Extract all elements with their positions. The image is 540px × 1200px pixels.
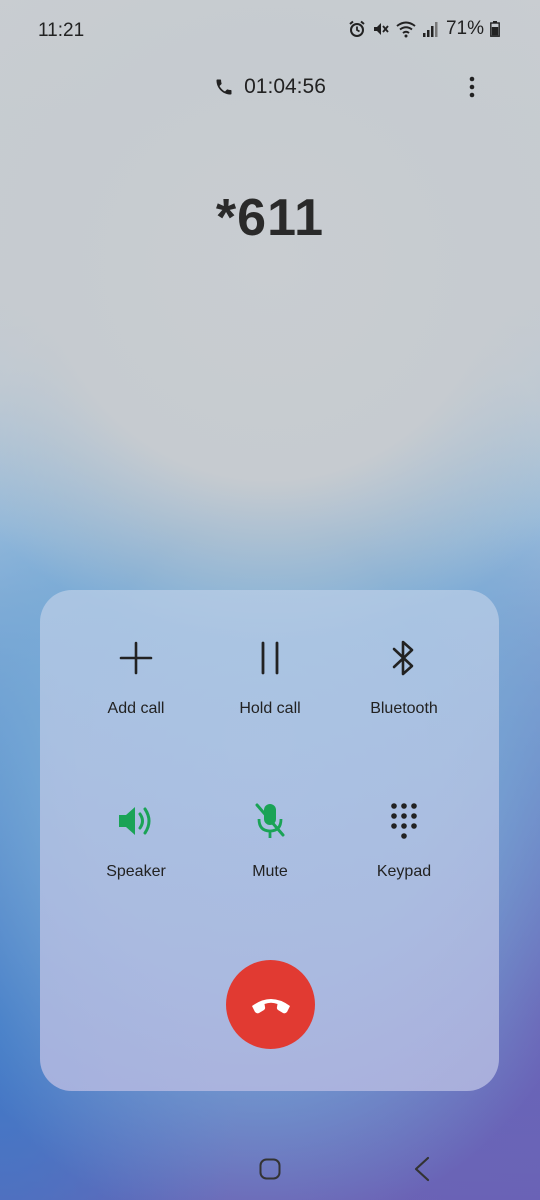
call-duration-text: 01:04:56 — [244, 75, 326, 98]
phone-icon — [216, 79, 232, 95]
hang-up-icon — [251, 998, 290, 1013]
home-nav-icon[interactable] — [258, 1157, 282, 1181]
back-nav-icon[interactable] — [410, 1156, 434, 1182]
speaker-icon — [114, 799, 158, 843]
alarm-icon — [349, 20, 365, 37]
call-duration: 01:04:56 — [0, 72, 540, 102]
battery-level: 71% — [445, 18, 484, 39]
hold-call-label: Hold call — [239, 700, 301, 717]
hold-call-button[interactable]: Hold call — [195, 636, 345, 736]
mute-icon — [373, 23, 389, 35]
mute-button[interactable]: Mute — [195, 799, 345, 899]
status-bar: 11:21 71% — [0, 0, 540, 60]
more-options-icon[interactable] — [460, 75, 484, 99]
battery-icon — [490, 21, 500, 37]
mute-label: Mute — [252, 863, 288, 880]
bluetooth-button[interactable]: Bluetooth — [329, 636, 479, 736]
add-call-button[interactable]: Add call — [61, 636, 211, 736]
keypad-label: Keypad — [376, 863, 432, 880]
bluetooth-label: Bluetooth — [370, 700, 438, 717]
speaker-button[interactable]: Speaker — [61, 799, 211, 899]
keypad-button[interactable]: Keypad — [329, 799, 479, 899]
keypad-icon — [382, 799, 426, 843]
mic-off-icon — [248, 799, 292, 843]
pause-icon — [248, 636, 292, 680]
end-call-button[interactable] — [226, 960, 315, 1049]
caller-number: *611 — [215, 189, 325, 247]
add-call-label: Add call — [107, 700, 165, 717]
signal-icon — [422, 22, 438, 37]
speaker-label: Speaker — [106, 863, 166, 880]
status-time: 11:21 — [38, 20, 85, 41]
wifi-icon — [396, 21, 416, 38]
plus-icon — [114, 636, 158, 680]
status-icons: 71% — [348, 18, 500, 40]
bluetooth-icon — [382, 636, 426, 680]
